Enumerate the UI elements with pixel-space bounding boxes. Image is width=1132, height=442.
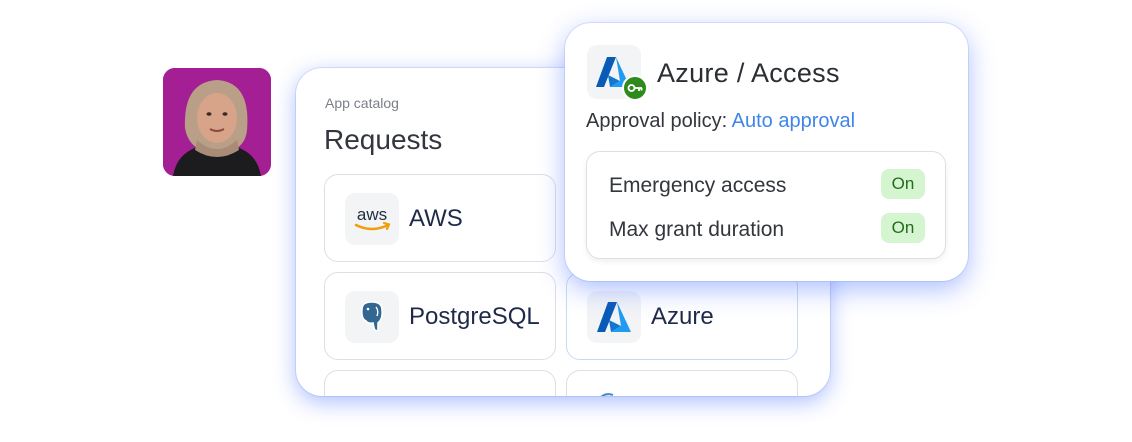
catalog-eyebrow: App catalog [325,95,399,111]
app-tile-azure[interactable]: Azure [566,272,798,360]
avatar [163,68,271,176]
app-tile-label: PostgreSQL [409,303,540,330]
status-badge[interactable]: On [881,169,925,199]
app-tile-postgresql[interactable]: PostgreSQL [324,272,556,360]
app-tile-label: Azure [651,303,714,330]
setting-row-emergency-access: Emergency access On [609,169,925,201]
app-tile-partial[interactable] [566,370,798,396]
app-logo-icon [600,393,614,396]
azure-logo-icon [587,291,641,343]
status-badge[interactable]: On [881,213,925,243]
setting-label: Emergency access [609,174,787,197]
page-title: Requests [324,124,443,155]
svg-text:aws: aws [357,205,387,224]
app-tile-label: AWS [409,205,463,232]
setting-label: Max grant duration [609,218,785,241]
app-tile-aws[interactable]: aws AWS [324,174,556,262]
policy-label: Approval policy: [586,110,728,132]
key-icon [622,75,648,101]
approval-policy: Approval policy: Auto approval [586,110,855,133]
policy-value-link[interactable]: Auto approval [732,110,855,132]
access-detail-card: Azure / Access Approval policy: Auto app… [565,23,968,281]
postgresql-elephant-icon [345,291,399,343]
app-tile-partial[interactable] [324,370,556,396]
detail-title: Azure / Access [657,58,840,88]
settings-panel: Emergency access On Max grant duration O… [586,151,946,259]
setting-row-max-grant-duration: Max grant duration On [609,213,925,245]
aws-logo-icon: aws [345,193,399,245]
